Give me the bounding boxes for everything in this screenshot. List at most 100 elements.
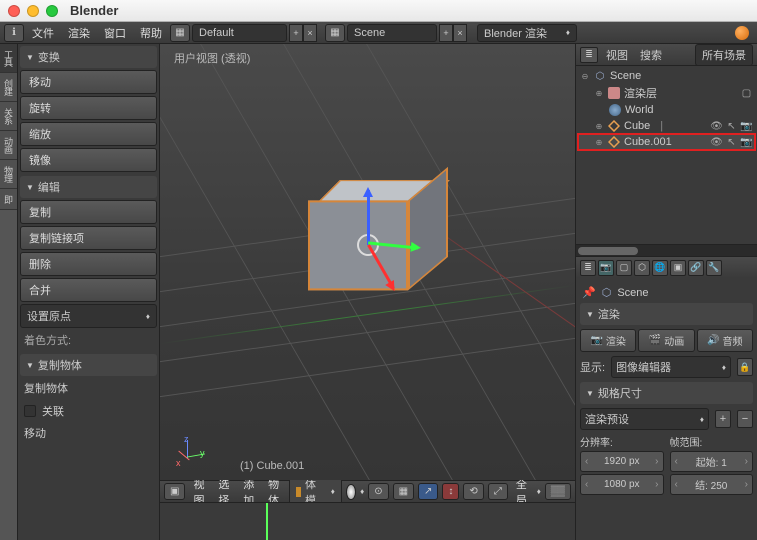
tab-animation[interactable]: 动画 xyxy=(0,131,17,160)
outliner-menu-search[interactable]: 搜索 xyxy=(636,47,666,63)
preset-del-icon[interactable]: − xyxy=(737,410,753,428)
layout-add-icon[interactable]: + xyxy=(289,24,303,42)
animation-button[interactable]: 🎬动画 xyxy=(638,329,694,352)
frame-end[interactable]: 结: 250 xyxy=(670,474,754,495)
render-button[interactable]: 📷渲染 xyxy=(580,329,636,352)
props-scene-icon[interactable]: ⬡ xyxy=(634,260,650,276)
manipulator-z[interactable] xyxy=(367,190,370,245)
translate-button[interactable]: 移动 xyxy=(20,70,157,94)
render-preset-select[interactable]: 渲染预设♦ xyxy=(580,408,709,430)
resolution-y[interactable]: 1080 px xyxy=(580,474,664,495)
menu-window[interactable]: 窗口 xyxy=(98,25,132,41)
linked-checkbox[interactable] xyxy=(24,405,36,417)
camera-icon[interactable]: 📷 xyxy=(740,137,753,148)
layout-del-icon[interactable]: × xyxy=(303,24,317,42)
layers-icon[interactable]: ▦ xyxy=(393,483,414,500)
outliner[interactable]: ⊖⬡ Scene ⊕ 渲染层 ▢ World ⊕ Cube | xyxy=(576,66,757,244)
tab-create[interactable]: 创建 xyxy=(0,73,17,102)
engine-select[interactable]: Blender 渲染♦ xyxy=(477,24,577,42)
linked-checkbox-row[interactable]: 关联 xyxy=(20,400,157,422)
lock-icon[interactable]: 🔒 xyxy=(737,358,753,376)
outliner-type-icon[interactable]: ≣ xyxy=(580,47,598,63)
audio-button[interactable]: 🔊音频 xyxy=(697,329,753,352)
layout-field[interactable]: Default xyxy=(192,24,287,42)
eye-icon[interactable]: 👁 xyxy=(710,121,723,132)
tree-cube[interactable]: ⊕ Cube | 👁 ↖ 📷 xyxy=(578,118,755,134)
scene-add-icon[interactable]: + xyxy=(439,24,453,42)
manipulator-translate-icon[interactable]: ↕ xyxy=(442,483,459,500)
breadcrumb[interactable]: Scene xyxy=(617,287,648,299)
props-type-icon[interactable]: ≣ xyxy=(580,260,596,276)
props-object-icon[interactable]: ▣ xyxy=(670,260,686,276)
duplicate-button[interactable]: 复制 xyxy=(20,200,157,224)
panel-dup-header[interactable]: 复制物体 xyxy=(20,354,157,376)
tree-world[interactable]: World xyxy=(578,102,755,118)
panel-transform-header[interactable]: 变换 xyxy=(20,46,157,68)
mirror-button[interactable]: 镜像 xyxy=(20,148,157,172)
frame-start[interactable]: 起始: 1 xyxy=(670,451,754,472)
playhead[interactable] xyxy=(266,503,268,540)
outliner-menu-view[interactable]: 视图 xyxy=(602,47,632,63)
layout-browse-icon[interactable]: ▦ xyxy=(170,24,190,42)
tab-tools[interactable]: 工具 xyxy=(0,44,17,73)
editor-type-icon[interactable]: ℹ xyxy=(4,24,24,42)
renderlayer-toggle-icon[interactable]: ▢ xyxy=(740,88,753,99)
scene-del-icon[interactable]: × xyxy=(453,24,467,42)
display-label: 显示: xyxy=(580,359,605,375)
tree-cube-001[interactable]: ⊕ Cube.001 👁 ↖ 📷 xyxy=(578,134,755,150)
tab-physics[interactable]: 物理 xyxy=(0,160,17,189)
manipulator-rotate-icon[interactable]: ⟲ xyxy=(463,483,483,500)
scale-button[interactable]: 缩放 xyxy=(20,122,157,146)
camera-icon[interactable]: 📷 xyxy=(740,121,753,132)
world-icon xyxy=(609,104,621,116)
menu-help[interactable]: 帮助 xyxy=(134,25,168,41)
clapper-icon: 🎬 xyxy=(649,335,661,346)
panel-dimensions-header[interactable]: 规格尺寸 xyxy=(580,382,753,404)
shading-mode-icon[interactable] xyxy=(346,484,356,500)
manipulator-toggle-icon[interactable]: ↗ xyxy=(418,483,438,500)
cursor-icon[interactable]: ↖ xyxy=(725,121,738,132)
tree-scene[interactable]: ⊖⬡ Scene xyxy=(578,68,755,84)
set-origin-select[interactable]: 设置原点♦ xyxy=(20,304,157,328)
outliner-display-mode[interactable]: 所有场景 xyxy=(695,44,753,66)
props-modifier-icon[interactable]: 🔧 xyxy=(706,260,722,276)
panel-edit-header[interactable]: 编辑 xyxy=(20,176,157,198)
resolution-x[interactable]: 1920 px xyxy=(580,451,664,472)
info-header: ℹ 文件 渲染 窗口 帮助 ▦ Default +× ▦ Scene +× Bl… xyxy=(0,22,757,44)
pivot-icon[interactable]: ⊙ xyxy=(368,483,388,500)
menu-render[interactable]: 渲染 xyxy=(62,25,96,41)
tab-grease[interactable]: 即 xyxy=(0,189,17,210)
scene-icon: ⬡ xyxy=(593,69,607,83)
render-layers-icon xyxy=(608,87,620,99)
tree-render-layers[interactable]: ⊕ 渲染层 ▢ xyxy=(578,84,755,102)
scene-browse-icon[interactable]: ▦ xyxy=(325,24,345,42)
outliner-scrollbar[interactable] xyxy=(576,244,757,256)
manipulator-scale-icon[interactable]: ⤢ xyxy=(488,483,508,500)
zoom-window[interactable] xyxy=(46,5,58,17)
pin-icon[interactable]: 📌 xyxy=(582,286,596,299)
panel-render-header[interactable]: 渲染 xyxy=(580,303,753,325)
delete-button[interactable]: 删除 xyxy=(20,252,157,276)
rotate-button[interactable]: 旋转 xyxy=(20,96,157,120)
tab-relations[interactable]: 关系 xyxy=(0,102,17,131)
join-button[interactable]: 合并 xyxy=(20,278,157,302)
cursor-icon[interactable]: ↖ xyxy=(725,137,738,148)
props-world-icon[interactable]: 🌐 xyxy=(652,260,668,276)
menu-file[interactable]: 文件 xyxy=(26,25,60,41)
tool-shelf: 工具 创建 关系 动画 物理 即 变换 移动 旋转 缩放 镜像 编辑 复制 复制… xyxy=(0,44,160,540)
preset-add-icon[interactable]: + xyxy=(715,410,731,428)
display-select[interactable]: 图像编辑器♦ xyxy=(611,356,731,378)
props-constraint-icon[interactable]: 🔗 xyxy=(688,260,704,276)
scene-field[interactable]: Scene xyxy=(347,24,437,42)
props-render-icon[interactable]: 📷 xyxy=(598,260,614,276)
shading-label: 着色方式: xyxy=(20,330,157,350)
props-layers-icon[interactable]: ▢ xyxy=(616,260,632,276)
timeline[interactable] xyxy=(160,502,575,540)
layers-widget[interactable]: ▒▒ xyxy=(545,483,571,500)
editor-type-3d-icon[interactable]: ▣ xyxy=(164,483,185,500)
eye-icon[interactable]: 👁 xyxy=(710,137,723,148)
minimize-window[interactable] xyxy=(27,5,39,17)
duplicate-linked-button[interactable]: 复制链接项 xyxy=(20,226,157,250)
close-window[interactable] xyxy=(8,5,20,17)
viewport-3d[interactable]: 用户视图 (透视) xyxy=(160,44,575,480)
